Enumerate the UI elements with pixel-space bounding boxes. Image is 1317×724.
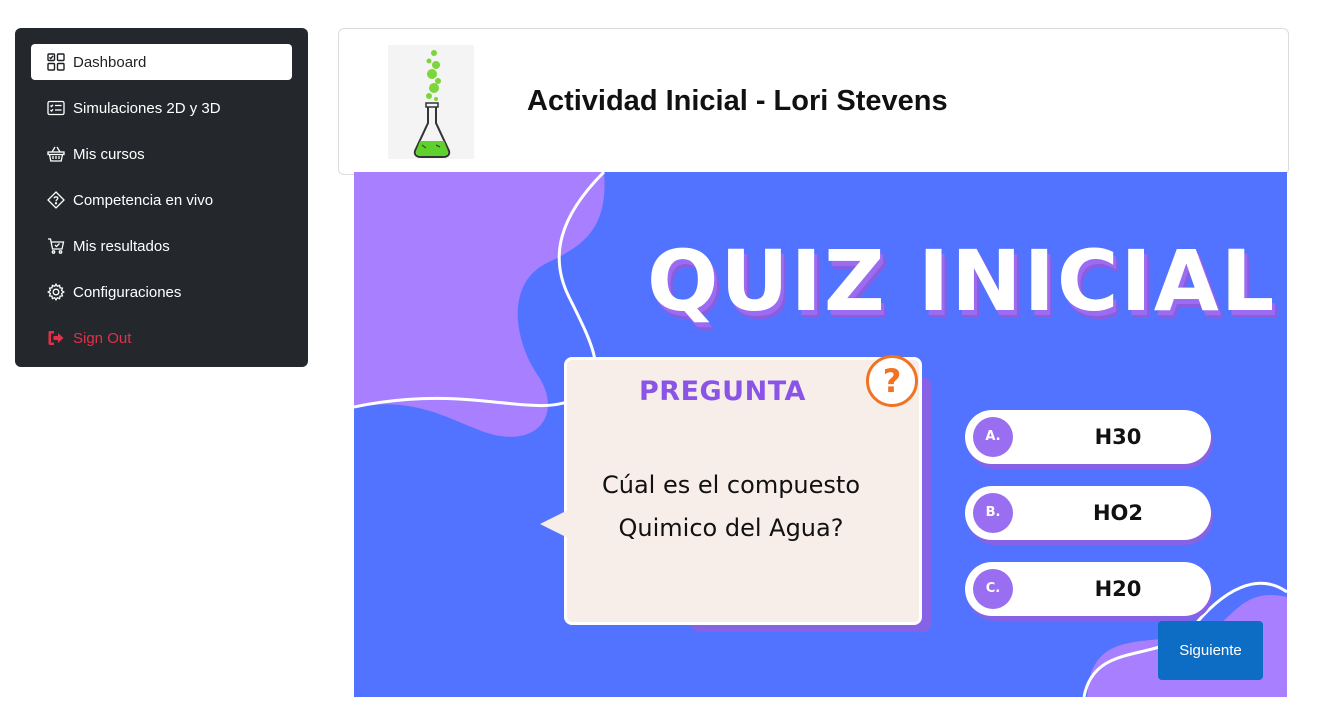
sidebar-item-dashboard[interactable]: Dashboard [31,44,292,80]
sidebar-item-label: Sign Out [73,329,132,347]
option-letter-badge: B. [973,493,1013,533]
option-letter-badge: C. [973,569,1013,609]
sidebar-item-label: Mis cursos [73,145,145,163]
sidebar: Dashboard Simulaciones 2D y 3D Mis curso… [15,28,308,367]
question-label: PREGUNTA [639,376,806,407]
sidebar-item-sign-out[interactable]: Sign Out [31,320,292,356]
option-letter-badge: A. [973,417,1013,457]
gear-icon [47,283,65,301]
question-card-tail [540,510,568,538]
next-button[interactable]: Siguiente [1158,621,1263,680]
activity-header: Actividad Inicial - Lori Stevens [338,28,1289,175]
question-text: Cúal es el compuesto Quimico del Agua? [566,464,896,550]
basket-icon [47,145,65,163]
sidebar-item-label: Simulaciones 2D y 3D [73,99,221,117]
option-text: H20 [1094,577,1142,601]
sign-out-icon [47,329,65,347]
sidebar-item-label: Configuraciones [73,283,182,301]
sidebar-item-simulaciones[interactable]: Simulaciones 2D y 3D [31,90,292,126]
sidebar-item-configuraciones[interactable]: Configuraciones [31,274,292,310]
sidebar-item-label: Mis resultados [73,237,170,255]
option-text: HO2 [1092,501,1144,525]
sidebar-item-competencia[interactable]: Competencia en vivo [31,182,292,218]
sidebar-item-mis-resultados[interactable]: Mis resultados [31,228,292,264]
quiz-slide: QUIZ INICIAL PREGUNTA ? Cúal es el compu… [354,172,1287,697]
dashboard-icon [47,53,65,71]
quiz-title: QUIZ INICIAL [647,232,1277,330]
page-title: Actividad Inicial - Lori Stevens [527,85,948,117]
flask-logo [388,45,474,159]
cart-check-icon [47,237,65,255]
question-line: Cúal es el compuesto [602,471,860,499]
answer-option-b[interactable]: B. HO2 [965,486,1211,540]
checklist-icon [47,99,65,117]
answer-option-a[interactable]: A. H30 [965,410,1211,464]
sidebar-item-label: Competencia en vivo [73,191,214,209]
option-text: H30 [1094,425,1142,449]
question-mark-icon: ? [866,355,918,407]
question-diamond-icon [47,191,65,209]
sidebar-item-label: Dashboard [73,53,147,71]
sidebar-item-mis-cursos[interactable]: Mis cursos [31,136,292,172]
flask-icon [413,50,451,158]
answer-option-c[interactable]: C. H20 [965,562,1211,616]
question-line: Quimico del Agua? [618,514,844,542]
